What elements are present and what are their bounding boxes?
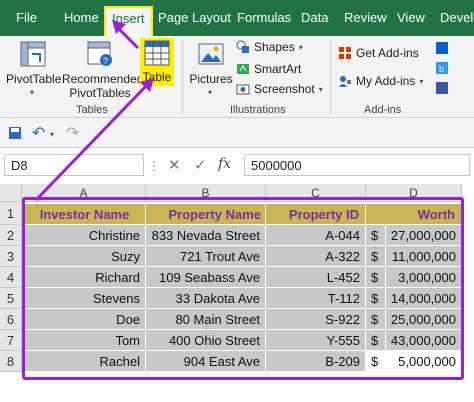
pictures-label: Pictures: [189, 72, 233, 86]
ribbon-divider: [182, 40, 183, 114]
my-addins-button[interactable]: My Add-ins ▾: [338, 74, 423, 88]
chevron-down-icon: ▾: [318, 84, 323, 94]
tab-page-layout[interactable]: Page Layout: [158, 10, 231, 26]
tab-formulas[interactable]: Formulas: [237, 10, 291, 26]
bing-maps-icon[interactable]: b: [436, 62, 448, 74]
enter-icon[interactable]: ✓: [194, 156, 207, 174]
row-header[interactable]: 7: [0, 330, 22, 351]
get-addins-button[interactable]: Get Add-ins: [338, 46, 419, 60]
my-addins-label: My Add-ins: [356, 74, 416, 88]
quick-access-toolbar: ↶ ▾ ↷: [0, 118, 474, 148]
recommended-label-2: PivotTables: [69, 86, 131, 100]
recommended-label-1: Recommended: [62, 72, 144, 86]
table-icon: [144, 40, 170, 66]
tab-data[interactable]: Data: [301, 10, 328, 26]
chevron-down-icon[interactable]: ▾: [50, 130, 54, 139]
screenshot-label: Screenshot: [254, 82, 315, 96]
pivot-table-icon: [20, 41, 46, 67]
svg-text:?: ?: [103, 56, 108, 66]
my-addins-icon: [339, 76, 351, 87]
tab-insert[interactable]: Insert: [104, 6, 153, 36]
store-icon: [339, 47, 351, 59]
row-header[interactable]: 2: [0, 225, 22, 246]
addins-group-label: Add-ins: [364, 104, 402, 116]
redo-icon[interactable]: ↷: [66, 123, 79, 143]
pictures-icon: [198, 43, 224, 65]
ribbon-insert: PivotTable ▾ ? Recommended PivotTables T…: [0, 36, 474, 118]
visio-icon[interactable]: [436, 82, 448, 94]
people-graph-icon[interactable]: [436, 42, 448, 54]
chevron-down-icon: ▾: [298, 42, 303, 52]
shapes-button[interactable]: Shapes ▾: [236, 40, 303, 54]
svg-text:b: b: [439, 64, 444, 74]
chevron-down-icon: ▾: [208, 88, 213, 97]
name-box[interactable]: D8: [4, 154, 144, 176]
more-icon: ⋮: [148, 159, 160, 173]
select-all-corner[interactable]: [0, 184, 22, 202]
shapes-icon: [236, 40, 249, 53]
screenshot-button[interactable]: Screenshot ▾: [236, 82, 323, 96]
row-header[interactable]: 6: [0, 309, 22, 330]
pictures-button[interactable]: Pictures ▾: [188, 38, 234, 98]
pivot-table-label: PivotTable: [6, 72, 62, 86]
table-label: Table: [142, 70, 172, 84]
chevron-down-icon: ▾: [30, 88, 35, 97]
tab-home[interactable]: Home: [64, 10, 99, 26]
smartart-button[interactable]: SmartArt: [236, 62, 301, 76]
screenshot-icon: [236, 84, 250, 95]
tab-file[interactable]: File: [16, 10, 37, 26]
insert-function-icon[interactable]: fx: [218, 156, 231, 172]
row-header[interactable]: 5: [0, 288, 22, 309]
tables-group-label: Tables: [76, 104, 108, 116]
pivot-table-button[interactable]: PivotTable ▾: [6, 38, 62, 98]
shapes-label: Shapes: [254, 40, 295, 54]
get-addins-label: Get Add-ins: [356, 46, 419, 60]
chevron-down-icon: ▾: [419, 76, 424, 86]
row-header[interactable]: 1: [0, 202, 22, 225]
ribbon-tab-bar: File Home Insert Page Layout Formulas Da…: [0, 0, 474, 36]
undo-icon[interactable]: ↶: [32, 123, 45, 143]
save-icon[interactable]: [8, 126, 22, 140]
row-header[interactable]: 8: [0, 351, 22, 372]
tab-view[interactable]: View: [397, 10, 425, 26]
tab-review[interactable]: Review: [344, 10, 387, 26]
recommended-pivottables-button[interactable]: ? Recommended PivotTables: [62, 38, 144, 102]
illustrations-group-label: Illustrations: [230, 104, 286, 116]
row-header[interactable]: 3: [0, 246, 22, 267]
table-selection-highlight: [22, 197, 464, 380]
tab-developer[interactable]: Develc: [440, 10, 474, 26]
table-button[interactable]: Table: [140, 38, 174, 86]
recommended-pivottables-icon: ?: [87, 41, 112, 66]
ribbon-divider: [330, 40, 331, 114]
smartart-icon: [237, 64, 249, 74]
formula-input[interactable]: 5000000: [244, 154, 470, 176]
formula-bar: D8 ⋮ ✕ ✓ fx 5000000: [0, 152, 474, 178]
row-header[interactable]: 4: [0, 267, 22, 288]
smartart-label: SmartArt: [254, 62, 302, 76]
cancel-icon[interactable]: ✕: [168, 156, 181, 174]
